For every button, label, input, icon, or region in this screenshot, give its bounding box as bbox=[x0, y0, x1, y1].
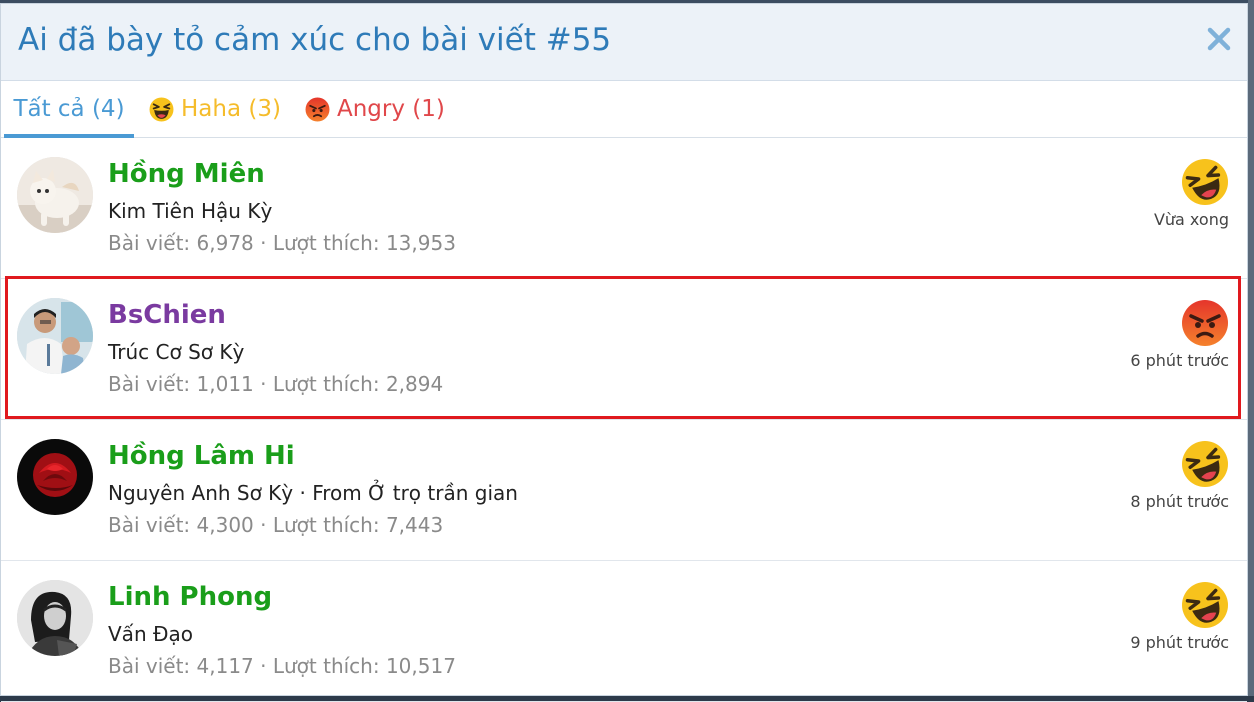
list-item: Hồng Lâm Hi Nguyên Anh Sơ Kỳ · From Ở tr… bbox=[1, 420, 1247, 561]
reaction-tabs: Tất cả (4) Haha (3) Angry (1) bbox=[1, 81, 1247, 138]
user-title: Kim Tiên Hậu Kỳ bbox=[108, 199, 273, 223]
username[interactable]: BsChien bbox=[108, 300, 226, 330]
haha-icon bbox=[1181, 440, 1229, 488]
portrait-photo bbox=[17, 580, 93, 656]
user-stats: Bài viết: 1,011 · Lượt thích: 2,894 bbox=[108, 372, 444, 396]
tab-all[interactable]: Tất cả (4) bbox=[4, 81, 134, 138]
user-stats: Bài viết: 6,978 · Lượt thích: 13,953 bbox=[108, 231, 456, 255]
list-item: BsChien Trúc Cơ Sơ Kỳ Bài viết: 1,011 · … bbox=[1, 279, 1247, 420]
reaction-time: 9 phút trước bbox=[1130, 633, 1229, 652]
tab-angry[interactable]: Angry (1) bbox=[305, 81, 445, 137]
user-stats: Bài viết: 4,300 · Lượt thích: 7,443 bbox=[108, 513, 444, 537]
reaction-time: 8 phút trước bbox=[1130, 492, 1229, 511]
avatar[interactable] bbox=[17, 157, 93, 233]
username[interactable]: Hồng Miên bbox=[108, 159, 265, 189]
tab-haha-label: Haha (3) bbox=[181, 96, 281, 122]
user-stats: Bài viết: 4,117 · Lượt thích: 10,517 bbox=[108, 654, 456, 678]
close-button[interactable] bbox=[1201, 21, 1237, 57]
user-title: Nguyên Anh Sơ Kỳ · From Ở trọ trần gian bbox=[108, 481, 518, 505]
dialog-header: Ai đã bày tỏ cảm xúc cho bài viết #55 bbox=[1, 4, 1247, 81]
avatar[interactable] bbox=[17, 439, 93, 515]
haha-icon bbox=[149, 97, 174, 122]
angry-icon bbox=[1181, 299, 1229, 347]
user-title: Trúc Cơ Sơ Kỳ bbox=[108, 340, 245, 364]
angry-icon bbox=[305, 97, 330, 122]
username[interactable]: Hồng Lâm Hi bbox=[108, 441, 295, 471]
tab-angry-label: Angry (1) bbox=[337, 96, 445, 122]
username[interactable]: Linh Phong bbox=[108, 582, 272, 612]
avatar[interactable] bbox=[17, 580, 93, 656]
reaction-time: 6 phút trước bbox=[1130, 351, 1229, 370]
cat-photo bbox=[17, 157, 93, 233]
reaction-time: Vừa xong bbox=[1153, 210, 1229, 229]
tab-all-label: Tất cả (4) bbox=[13, 96, 125, 122]
user-title: Vấn Đạo bbox=[108, 622, 193, 646]
rose-photo bbox=[17, 439, 93, 515]
avatar[interactable] bbox=[17, 298, 93, 374]
page-scrollbar-edge bbox=[1248, 0, 1254, 696]
list-item: Hồng Miên Kim Tiên Hậu Kỳ Bài viết: 6,97… bbox=[1, 138, 1247, 279]
reactions-dialog: Ai đã bày tỏ cảm xúc cho bài viết #55 Tấ… bbox=[0, 3, 1248, 702]
dialog-title: Ai đã bày tỏ cảm xúc cho bài viết #55 bbox=[18, 22, 612, 58]
tab-haha[interactable]: Haha (3) bbox=[149, 81, 281, 137]
doctor-photo bbox=[17, 298, 93, 374]
haha-icon bbox=[1181, 158, 1229, 206]
list-item: Linh Phong Vấn Đạo Bài viết: 4,117 · Lượ… bbox=[1, 561, 1247, 702]
close-icon bbox=[1207, 27, 1231, 51]
haha-icon bbox=[1181, 581, 1229, 629]
